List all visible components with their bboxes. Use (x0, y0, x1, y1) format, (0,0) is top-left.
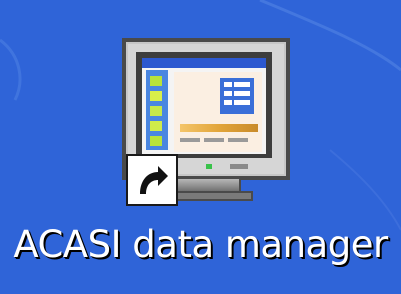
shortcut-arrow-icon (126, 154, 178, 206)
shortcut-label[interactable]: ACASI data manager (0, 222, 401, 268)
desktop-shortcut-icon[interactable] (120, 38, 298, 216)
